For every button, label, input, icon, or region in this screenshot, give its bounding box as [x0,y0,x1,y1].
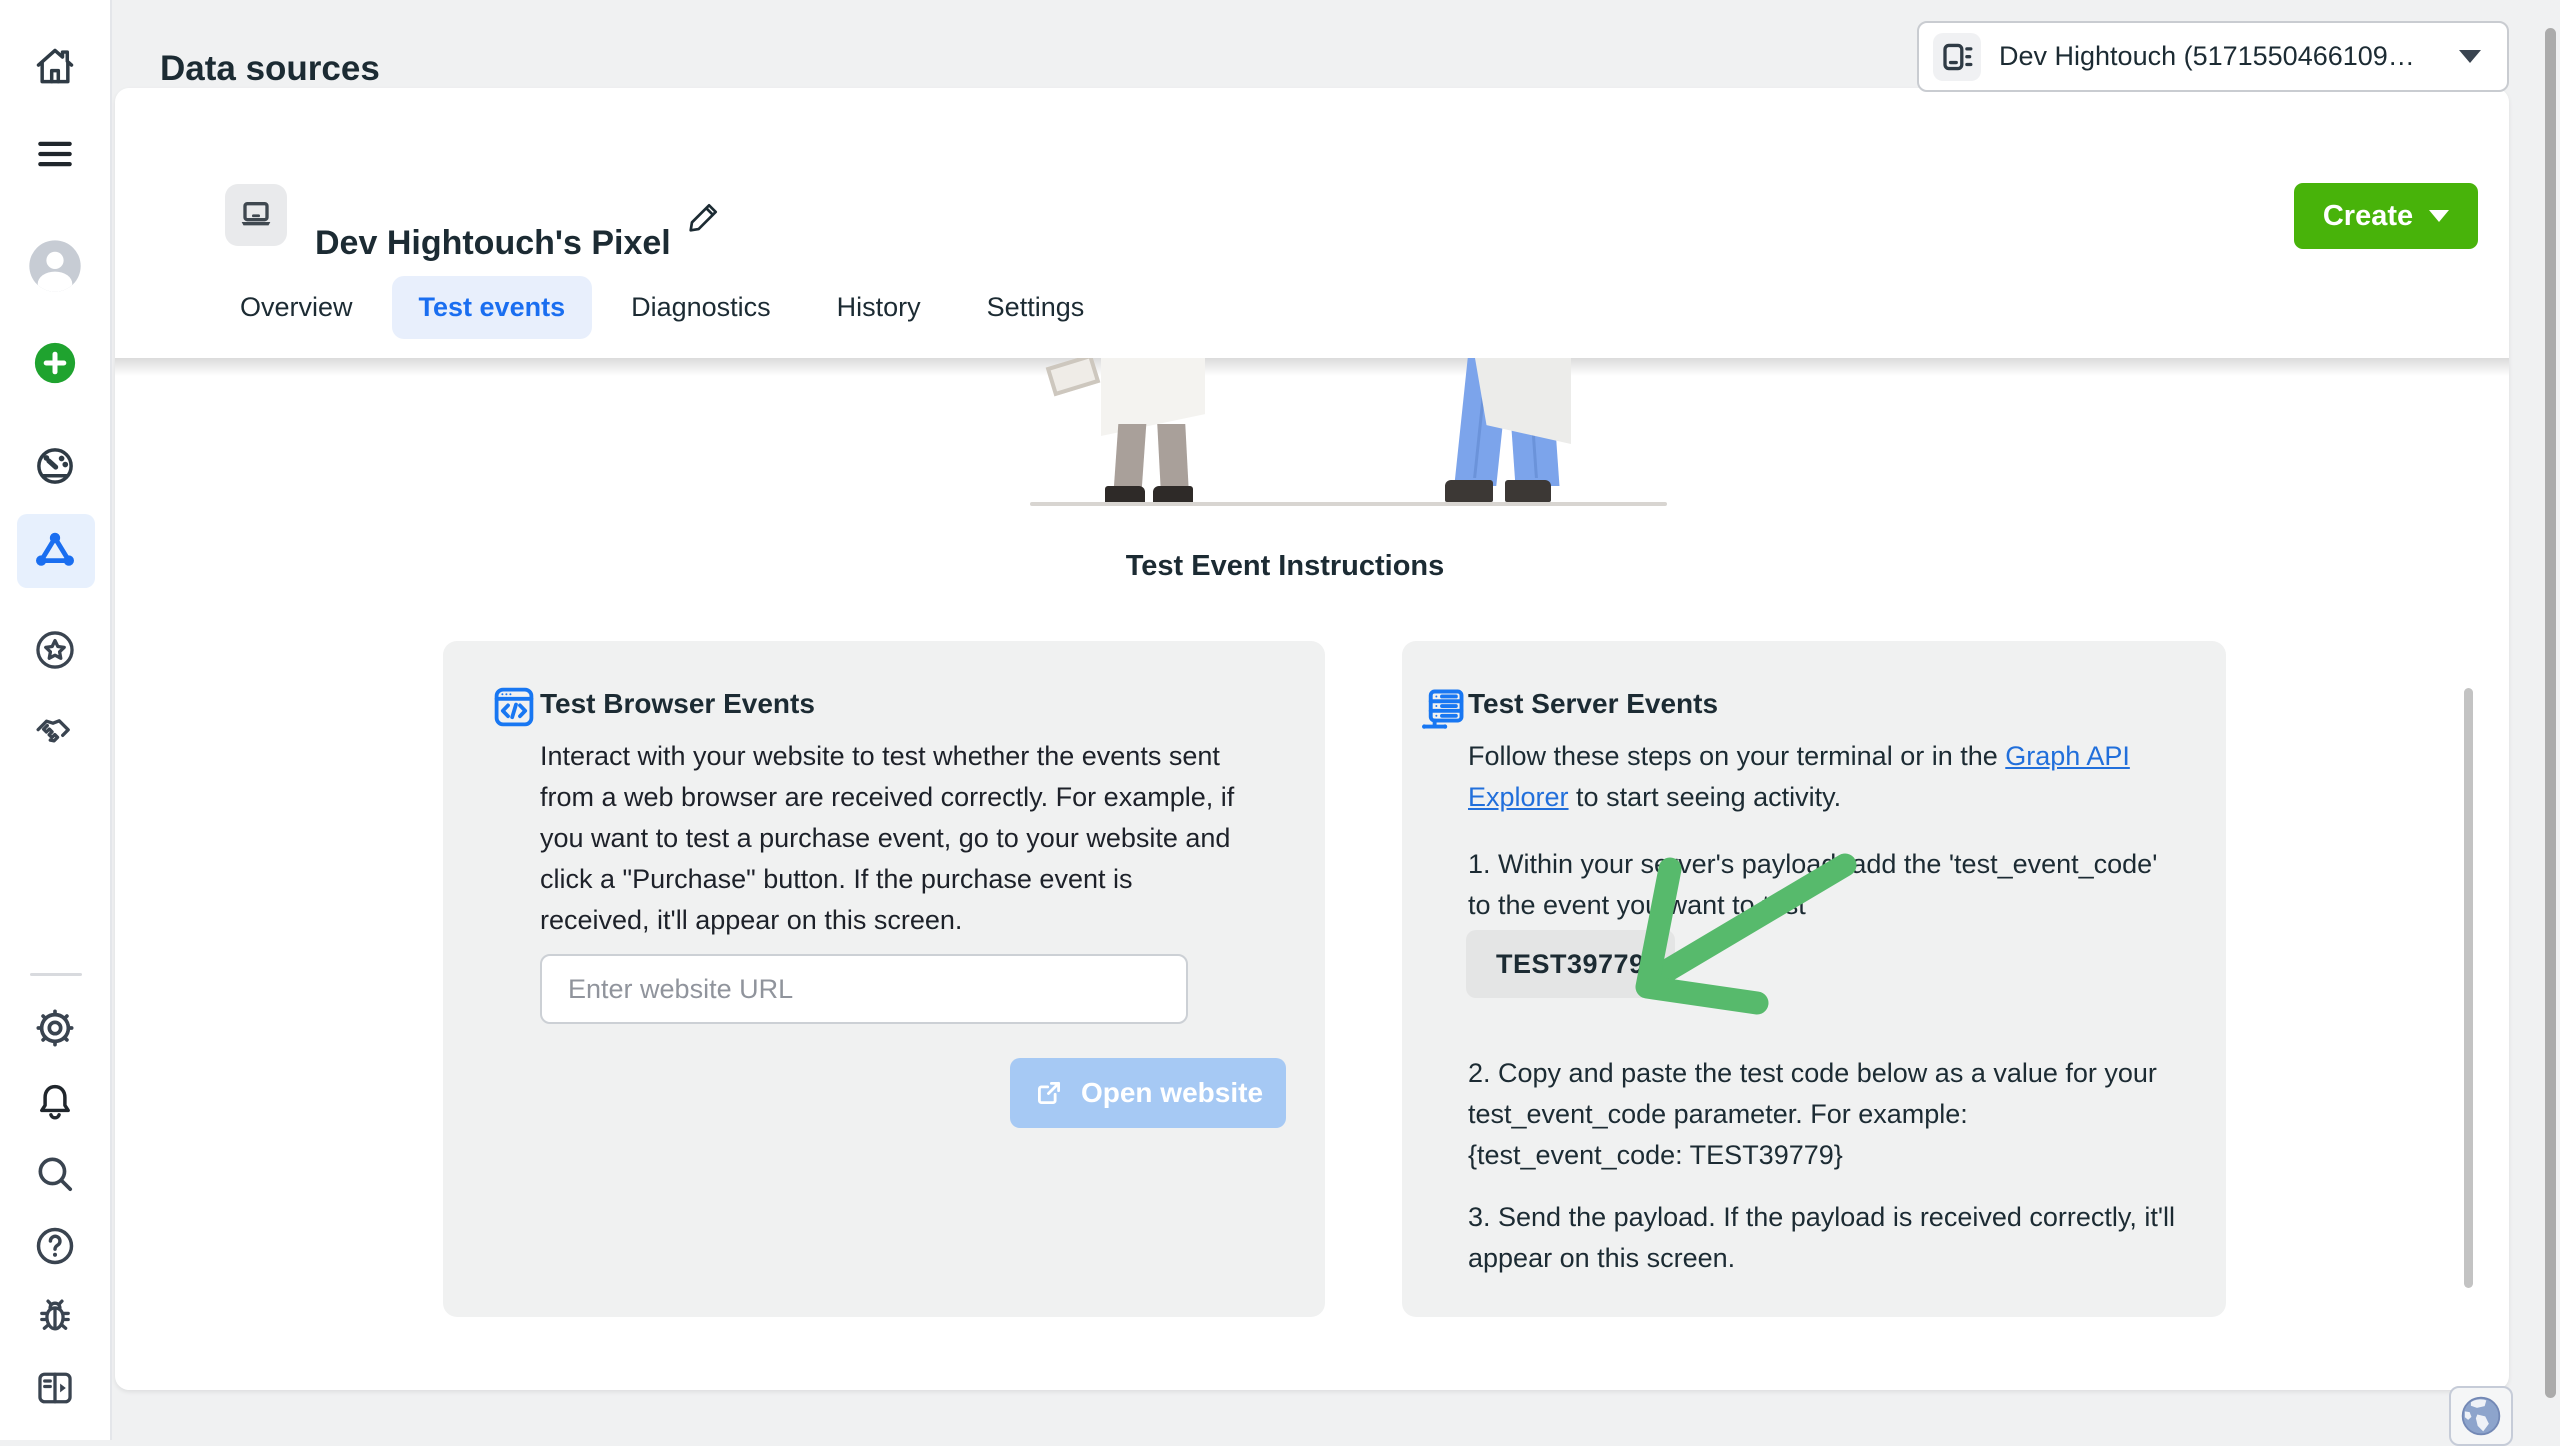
test-server-events-card: Test Server Events Follow these steps on… [1402,641,2226,1317]
server-card-step3: 3. Send the payload. If the payload is r… [1468,1197,2178,1279]
website-url-input[interactable] [540,954,1188,1024]
events-star-icon[interactable] [33,628,77,672]
tab-overview[interactable]: Overview [240,292,353,323]
server-card-step2: 2. Copy and paste the test code below as… [1468,1053,2178,1176]
instructions-heading: Test Event Instructions [115,550,2455,583]
help-icon[interactable] [33,1224,77,1268]
browser-card-title: Test Browser Events [540,688,815,720]
browser-code-icon [490,683,538,736]
tab-history[interactable]: History [837,292,921,323]
notifications-bell-icon[interactable] [33,1080,77,1124]
page-scrollbar-thumb[interactable] [2545,28,2556,1398]
search-icon[interactable] [33,1152,77,1196]
globe-icon [2459,1394,2503,1438]
scroll-shadow [115,358,2509,376]
create-plus-icon[interactable] [32,340,78,386]
pixel-asset-card: Dev Hightouch's Pixel Create Overview Te… [115,88,2509,1390]
browser-card-body: Interact with your website to test wheth… [540,736,1240,941]
pixel-tabs: Overview Test events Diagnostics History… [240,273,1084,341]
server-card-intro: Follow these steps on your terminal or i… [1468,736,2168,818]
business-selector-label: Dev Hightouch (5171550466109… [1999,41,2415,72]
collapse-panel-icon[interactable] [33,1366,77,1410]
overview-gauge-icon[interactable] [33,444,77,488]
business-selector-dropdown[interactable]: Dev Hightouch (5171550466109… [1917,21,2509,92]
create-button-label: Create [2323,200,2413,233]
left-navigation-rail [0,0,112,1440]
report-bug-icon[interactable] [33,1294,77,1338]
create-button[interactable]: Create [2294,183,2478,249]
chevron-down-icon [2429,210,2449,222]
home-icon[interactable] [33,44,77,88]
server-card-title: Test Server Events [1468,688,1718,720]
people-illustration [115,358,2509,508]
profile-avatar[interactable] [27,238,83,294]
menu-icon[interactable] [33,132,77,176]
language-globe-button[interactable] [2449,1386,2513,1446]
test-event-code-badge[interactable]: TEST39779 [1466,930,1675,998]
test-browser-events-card: Test Browser Events Interact with your w… [443,641,1325,1317]
content-scrollbar-thumb[interactable] [2464,688,2473,1288]
test-events-content: Test Event Instructions Test Browser Eve… [115,358,2509,1390]
business-portfolio-icon [1933,33,1981,81]
page-title: Data sources [160,49,380,89]
server-icon [1416,685,1468,742]
external-link-icon [1033,1077,1065,1109]
open-website-button[interactable]: Open website [1010,1058,1286,1128]
tab-diagnostics[interactable]: Diagnostics [631,292,771,323]
pixel-laptop-icon [225,184,287,246]
settings-gear-icon[interactable] [33,1006,77,1050]
edit-pencil-icon[interactable] [683,196,725,238]
open-website-label: Open website [1081,1077,1263,1109]
pixel-name: Dev Hightouch's Pixel [315,224,671,263]
server-card-step1: 1. Within your server's payload, add the… [1468,844,2178,926]
data-sources-icon[interactable] [32,528,78,574]
chevron-down-icon [2459,50,2481,63]
tab-test-events[interactable]: Test events [392,276,593,339]
tab-settings[interactable]: Settings [987,292,1085,323]
partners-handshake-icon[interactable] [33,708,77,752]
sidebar-divider [30,973,82,976]
